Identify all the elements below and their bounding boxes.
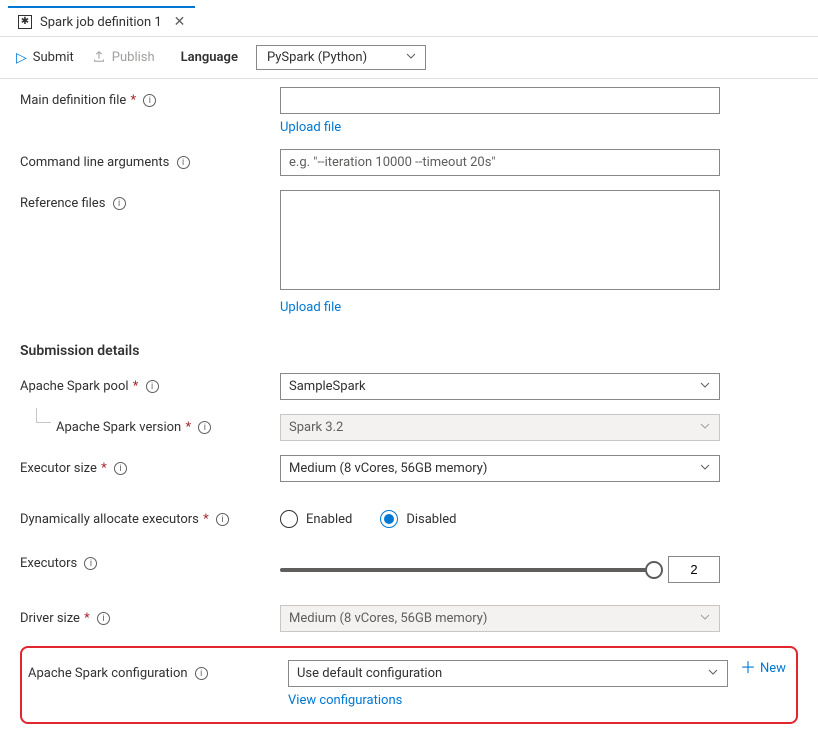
executor-size-select[interactable]: Medium (8 vCores, 56GB memory) (280, 455, 720, 482)
spark-config-select[interactable]: Use default configuration (288, 660, 728, 687)
dynamic-allocate-label: Dynamically allocate executors * i (20, 506, 280, 527)
submission-details-header: Submission details (20, 343, 798, 359)
row-dynamic-allocate: Dynamically allocate executors * i Enabl… (20, 506, 798, 528)
executor-size-label: Executor size * i (20, 455, 280, 476)
info-icon[interactable]: i (84, 557, 97, 570)
spark-config-value: Use default configuration (297, 666, 442, 681)
info-icon[interactable]: i (216, 513, 229, 526)
language-value: PySpark (Python) (267, 50, 367, 65)
row-spark-pool: Apache Spark pool * i SampleSpark (20, 373, 798, 400)
command-args-label: Command line arguments i (20, 149, 280, 170)
toolbar: ▷ Submit Publish Language PySpark (Pytho… (0, 37, 818, 79)
main-definition-input[interactable] (280, 87, 720, 114)
chevron-down-icon (699, 379, 711, 395)
info-icon[interactable]: i (198, 421, 211, 434)
view-configurations-link[interactable]: View configurations (288, 693, 402, 708)
spark-pool-value: SampleSpark (289, 379, 366, 394)
row-main-definition: Main definition file * i Upload file (20, 87, 798, 135)
required-icon: * (81, 611, 90, 626)
tab-bar: ✱ Spark job definition 1 ✕ (0, 0, 818, 37)
required-icon: * (182, 420, 191, 435)
chevron-down-icon (405, 50, 417, 66)
radio-enabled[interactable]: Enabled (280, 510, 352, 528)
spark-pool-label: Apache Spark pool * i (20, 373, 280, 394)
driver-size-value: Medium (8 vCores, 56GB memory) (289, 611, 487, 626)
config-highlight: Apache Spark configuration i Use default… (20, 646, 798, 724)
publish-button[interactable]: Publish (92, 49, 155, 67)
row-reference-files: Reference files i Upload file (20, 190, 798, 315)
info-icon[interactable]: i (195, 667, 208, 680)
radio-icon (380, 510, 398, 528)
info-icon[interactable]: i (114, 462, 127, 475)
spark-version-select: Spark 3.2 (280, 414, 720, 441)
row-command-args: Command line arguments i (20, 149, 798, 176)
plus-icon: ＋ (740, 660, 756, 676)
close-icon[interactable]: ✕ (174, 14, 186, 30)
chevron-down-icon (707, 666, 719, 682)
info-icon[interactable]: i (146, 380, 159, 393)
chevron-down-icon (699, 461, 711, 477)
upload-main-definition-link[interactable]: Upload file (280, 120, 341, 135)
reference-files-input[interactable] (280, 190, 720, 290)
info-icon[interactable]: i (177, 156, 190, 169)
spark-config-label: Apache Spark configuration i (28, 660, 288, 681)
row-spark-version: Apache Spark version * i Spark 3.2 (20, 414, 798, 441)
executor-size-value: Medium (8 vCores, 56GB memory) (289, 461, 487, 476)
submit-label: Submit (33, 50, 74, 65)
driver-size-label: Driver size * i (20, 605, 280, 626)
new-config-label: New (760, 661, 786, 676)
row-executor-size: Executor size * i Medium (8 vCores, 56GB… (20, 455, 798, 482)
required-icon: * (200, 512, 209, 527)
row-executors: Executors i (20, 550, 798, 583)
spark-pool-select[interactable]: SampleSpark (280, 373, 720, 400)
radio-disabled[interactable]: Disabled (380, 510, 456, 528)
radio-enabled-label: Enabled (306, 512, 352, 527)
info-icon[interactable]: i (97, 612, 110, 625)
executors-input[interactable] (668, 556, 720, 583)
submit-button[interactable]: ▷ Submit (16, 50, 74, 66)
chevron-down-icon (699, 611, 711, 627)
radio-disabled-label: Disabled (406, 512, 456, 527)
driver-size-select: Medium (8 vCores, 56GB memory) (280, 605, 720, 632)
tab-title: Spark job definition 1 (40, 15, 162, 30)
radio-icon (280, 510, 298, 528)
tab-spark-job[interactable]: ✱ Spark job definition 1 ✕ (8, 6, 195, 36)
publish-label: Publish (112, 50, 155, 65)
language-label: Language (181, 50, 238, 65)
command-args-input[interactable] (280, 149, 720, 176)
reference-files-label: Reference files i (20, 190, 280, 211)
language-select[interactable]: PySpark (Python) (256, 45, 426, 70)
run-icon: ▷ (16, 50, 27, 66)
spark-version-label: Apache Spark version * i (20, 414, 280, 435)
tab-type-icon: ✱ (18, 15, 32, 29)
dynamic-allocate-radio-group: Enabled Disabled (280, 506, 720, 528)
executors-slider[interactable] (280, 568, 654, 572)
required-icon: * (98, 461, 107, 476)
required-icon: * (130, 379, 139, 394)
info-icon[interactable]: i (143, 94, 156, 107)
upload-reference-files-link[interactable]: Upload file (280, 300, 341, 315)
chevron-down-icon (699, 420, 711, 436)
row-spark-config: Apache Spark configuration i Use default… (28, 660, 786, 708)
required-icon: * (127, 93, 136, 108)
new-config-button[interactable]: ＋ New (740, 660, 786, 676)
executors-label: Executors i (20, 550, 280, 571)
slider-thumb-icon[interactable] (645, 561, 663, 579)
upload-icon (92, 49, 106, 67)
spark-version-value: Spark 3.2 (289, 420, 343, 435)
main-definition-label: Main definition file * i (20, 87, 280, 108)
info-icon[interactable]: i (113, 197, 126, 210)
row-driver-size: Driver size * i Medium (8 vCores, 56GB m… (20, 605, 798, 632)
